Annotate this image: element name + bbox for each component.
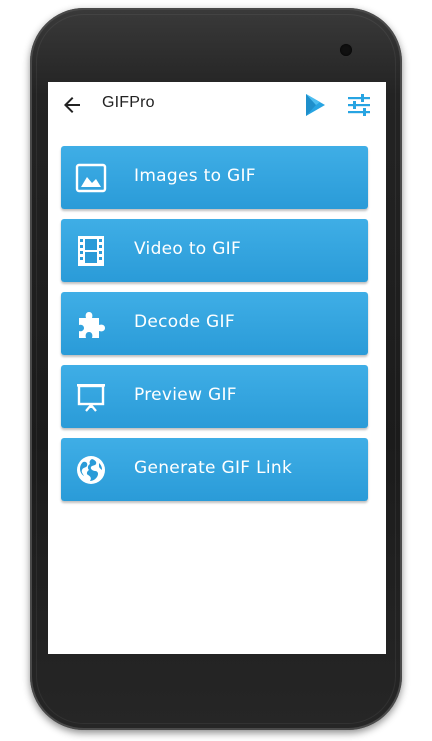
puzzle-icon bbox=[75, 308, 107, 340]
decode-gif-button[interactable]: Decode GIF bbox=[61, 292, 368, 355]
menu-list: Images to GIF Video to GIF Decode GIF Pr… bbox=[61, 146, 368, 511]
app-screen: GIFPro Images to GIF Video to GIF Decode… bbox=[48, 82, 386, 654]
menu-item-label: Images to GIF bbox=[134, 166, 256, 186]
menu-item-label: Decode GIF bbox=[134, 312, 235, 332]
toolbar: GIFPro bbox=[48, 82, 386, 128]
play-store-icon[interactable] bbox=[302, 92, 328, 118]
menu-item-label: Video to GIF bbox=[134, 239, 242, 259]
presentation-icon bbox=[75, 381, 107, 413]
preview-gif-button[interactable]: Preview GIF bbox=[61, 365, 368, 428]
video-to-gif-button[interactable]: Video to GIF bbox=[61, 219, 368, 282]
globe-icon bbox=[75, 454, 107, 486]
generate-gif-link-button[interactable]: Generate GIF Link bbox=[61, 438, 368, 501]
page-title: GIFPro bbox=[102, 94, 155, 111]
sliders-icon[interactable] bbox=[346, 92, 372, 118]
menu-item-label: Preview GIF bbox=[134, 385, 237, 405]
images-to-gif-button[interactable]: Images to GIF bbox=[61, 146, 368, 209]
back-arrow-icon[interactable] bbox=[60, 93, 84, 117]
menu-item-label: Generate GIF Link bbox=[134, 458, 293, 478]
front-camera bbox=[340, 44, 352, 56]
image-icon bbox=[75, 162, 107, 194]
film-icon bbox=[75, 235, 107, 267]
